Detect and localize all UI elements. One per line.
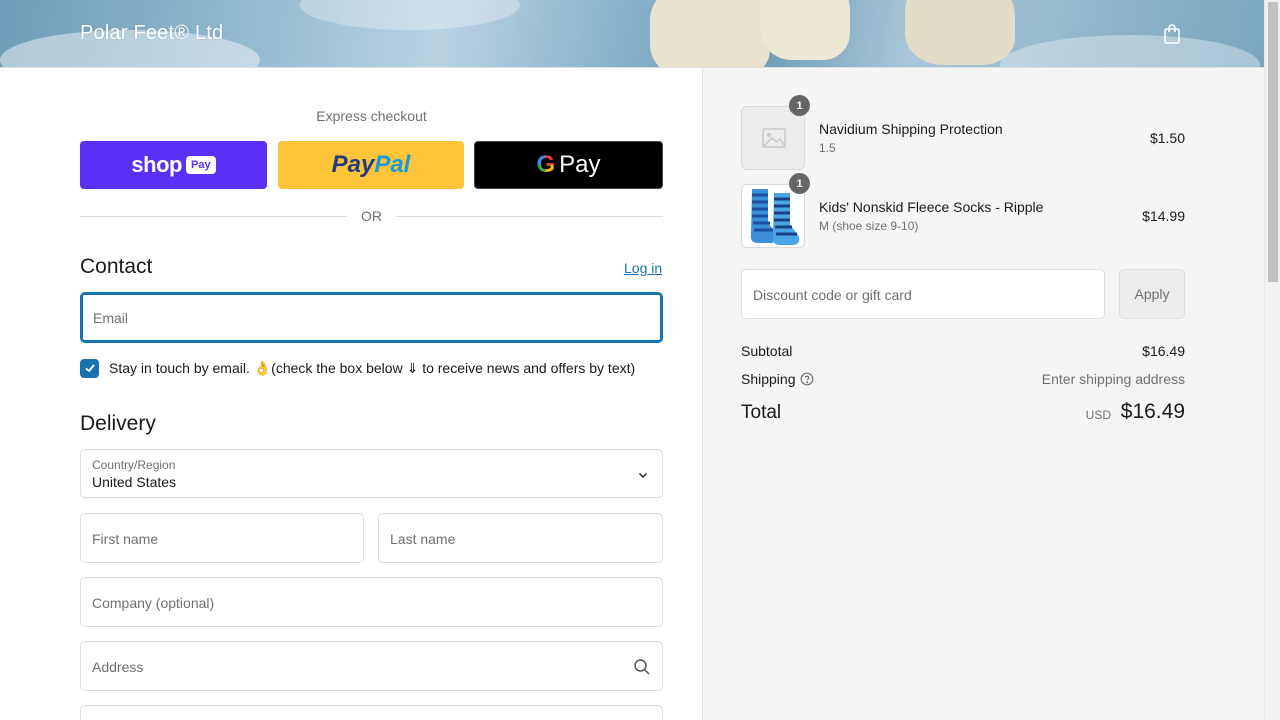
last-name-field[interactable]: Last name: [378, 513, 663, 563]
store-brand-name[interactable]: Polar Feet® Ltd: [80, 22, 223, 45]
total-label: Total: [741, 402, 782, 423]
paypal-button[interactable]: PayPal: [278, 141, 464, 189]
total-value: $16.49: [1120, 400, 1185, 423]
newsletter-checkbox[interactable]: [80, 358, 99, 378]
scrollbar-thumb[interactable]: [1268, 2, 1278, 282]
country-value: United States: [92, 474, 177, 490]
item-price: $1.50: [1149, 130, 1185, 146]
address-placeholder: Address: [92, 659, 144, 675]
discount-code-input[interactable]: Discount code or gift card: [741, 269, 1105, 319]
item-name: Kids' Nonskid Fleece Socks - Ripple: [819, 199, 1044, 215]
polar-bear-image: [650, 0, 770, 67]
log-in-link[interactable]: Log in: [624, 260, 662, 276]
quantity-badge: 1: [789, 173, 810, 194]
sock-image: [741, 184, 805, 248]
shopping-bag-icon[interactable]: [1160, 22, 1184, 46]
quantity-badge: 1: [789, 95, 810, 116]
google-g-icon: G: [536, 151, 556, 178]
shipping-label-group: Shipping: [741, 371, 814, 389]
item-variant: M (shoe size 9-10): [819, 219, 919, 233]
company-placeholder: Company (optional): [92, 595, 215, 611]
discount-placeholder: Discount code or gift card: [753, 287, 912, 303]
newsletter-label: Stay in touch by email. 👌(check the box …: [109, 359, 636, 376]
first-name-field[interactable]: First name: [80, 513, 364, 563]
shipping-value: Enter shipping address: [1041, 371, 1185, 387]
check-icon: [84, 364, 95, 373]
apply-discount-button[interactable]: Apply: [1119, 269, 1185, 319]
order-summary: 1 Navidium Shipping Protection 1.5 $1.50…: [702, 68, 1264, 720]
or-divider: OR: [80, 208, 663, 224]
google-pay-logo: G Pay: [536, 151, 601, 178]
total-currency: USD: [1085, 408, 1111, 422]
last-name-placeholder: Last name: [390, 531, 456, 547]
item-name: Navidium Shipping Protection: [819, 121, 1003, 137]
apartment-field[interactable]: [80, 705, 663, 720]
first-name-placeholder: First name: [92, 531, 159, 547]
subtotal-value: $16.49: [1142, 343, 1185, 359]
page-scrollbar[interactable]: [1264, 0, 1280, 720]
email-placeholder: Email: [93, 310, 129, 326]
address-field[interactable]: Address: [80, 641, 663, 691]
company-field[interactable]: Company (optional): [80, 577, 663, 627]
image-placeholder-icon: [741, 106, 805, 170]
subtotal-label: Subtotal: [741, 343, 793, 359]
item-price: $14.99: [1142, 208, 1185, 224]
line-item: 1 Navidium Shipping Protection 1.5 $1.50: [741, 95, 1185, 170]
item-variant: 1.5: [819, 141, 836, 155]
paypal-logo: PayPal: [331, 151, 411, 178]
search-icon: [633, 658, 651, 681]
shop-pay-badge: Pay: [185, 156, 216, 174]
shop-pay-wordmark: shop: [131, 152, 182, 177]
newsletter-option[interactable]: Stay in touch by email. 👌(check the box …: [80, 358, 635, 378]
shipping-label: Shipping: [741, 371, 796, 387]
delivery-heading: Delivery: [80, 412, 156, 435]
store-header: Polar Feet® Ltd: [0, 0, 1264, 68]
help-icon[interactable]: [800, 372, 814, 389]
chevron-down-icon: [637, 468, 649, 486]
country-select[interactable]: Country/Region United States: [80, 449, 663, 498]
express-checkout-title: Express checkout: [316, 108, 427, 124]
or-label: OR: [361, 208, 382, 224]
shop-pay-button[interactable]: shop Pay: [80, 141, 267, 189]
country-label: Country/Region: [92, 458, 176, 472]
google-pay-button[interactable]: G Pay: [474, 141, 663, 189]
line-item: 1 Kids' Nonskid Fleece Socks - Ripple M …: [741, 173, 1185, 248]
email-field[interactable]: Email: [80, 292, 663, 343]
checkout-main: Express checkout shop Pay PayPal G Pay O…: [0, 68, 702, 720]
contact-heading: Contact: [80, 255, 153, 278]
